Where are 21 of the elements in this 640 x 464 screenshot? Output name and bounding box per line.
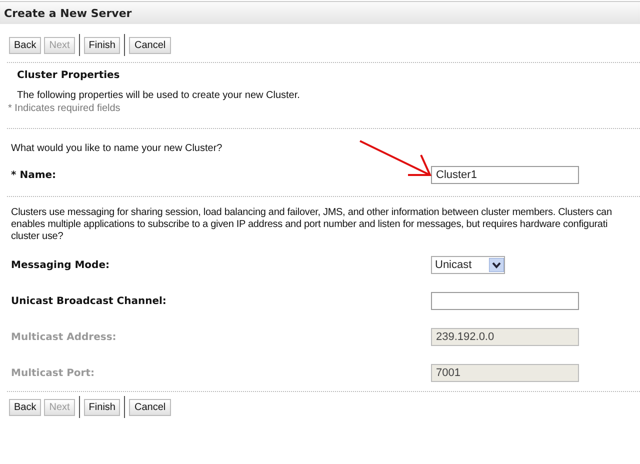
name-label: * Name: <box>11 170 56 180</box>
wizard-button[interactable]: Cancel <box>129 36 171 54</box>
name-field[interactable]: Cluster1 <box>431 166 579 184</box>
wizard-button[interactable]: Finish <box>84 398 120 416</box>
name-question: What would you like to name your new Cluster? <box>10 142 224 154</box>
field-label: Unicast Broadcast Channel: <box>11 296 166 306</box>
wizard-button[interactable]: Cancel <box>129 398 171 416</box>
wizard-button[interactable]: Back <box>9 398 42 416</box>
window-title: Create a New Server <box>0 1 640 24</box>
messaging-info: Clusters use messaging for sharing session, load balancing and failover, JMS, and other information between cluster members. Clusters can enables multiple applications to subscribe to a given IP address and port number and listen for messages, but requires hardware configurati cluster use? <box>10 206 613 244</box>
section-title: Cluster Properties <box>16 69 121 81</box>
field-label: Multicast Port: <box>11 368 95 378</box>
wizard-button[interactable]: Back <box>9 36 42 54</box>
required-note: * Indicates required fields <box>7 102 122 116</box>
field-label: Multicast Address: <box>11 332 116 342</box>
field-label: Messaging Mode: <box>11 260 110 270</box>
wizard-button[interactable]: Finish <box>84 36 120 54</box>
messaging-mode-dropdown[interactable]: Unicast <box>431 256 505 274</box>
dropdown-arrow-icon <box>489 258 504 272</box>
text-field[interactable] <box>431 292 579 310</box>
section-description: The following properties will be used to create your new Cluster. <box>16 89 301 101</box>
